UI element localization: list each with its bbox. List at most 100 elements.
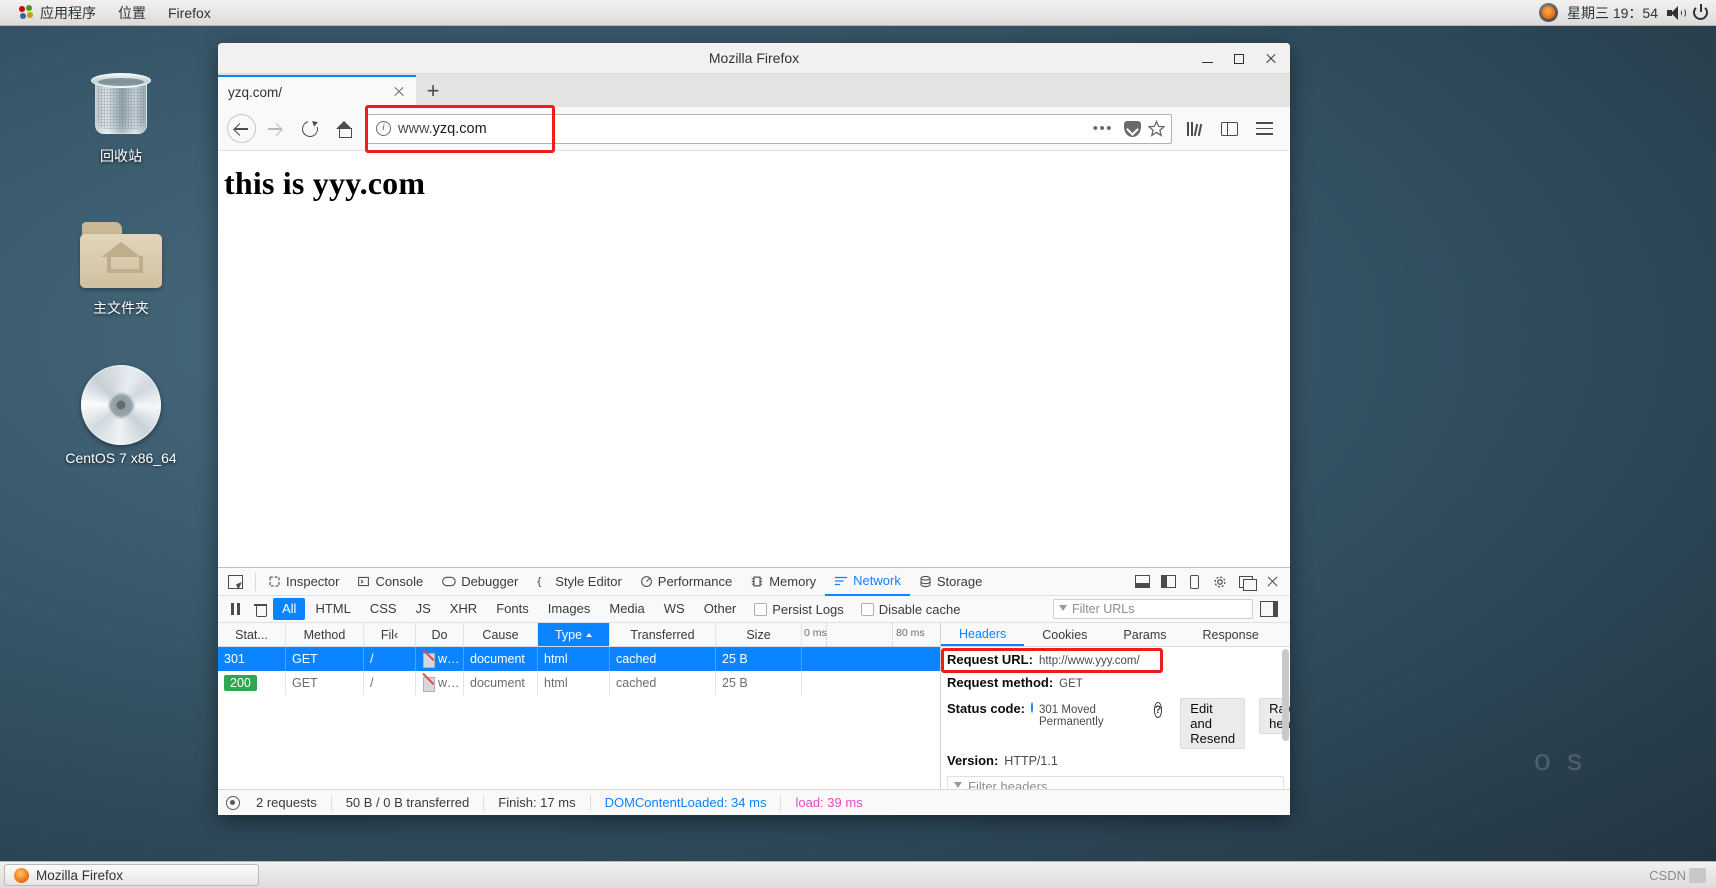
timeline-tick-0: 0 ms <box>804 627 827 639</box>
app-menu-button[interactable] <box>1248 112 1281 145</box>
table-row[interactable]: 200 GET / w… document html cached 25 B <box>218 671 940 695</box>
responsive-mode-button[interactable] <box>1182 571 1206 593</box>
filter-headers-input[interactable]: Filter headers <box>947 776 1284 789</box>
home-button[interactable] <box>328 112 361 145</box>
menu-places[interactable]: 位置 <box>107 1 157 25</box>
tab-style-editor-label: Style Editor <box>555 574 622 589</box>
row-domain: w… <box>416 647 464 671</box>
filter-urls-input[interactable]: Filter URLs <box>1053 599 1253 619</box>
tab-network[interactable]: Network <box>825 568 910 596</box>
disable-cache-checkbox[interactable]: Disable cache <box>853 602 969 617</box>
dock-left-button[interactable] <box>1156 571 1180 593</box>
row-file: / <box>364 647 416 671</box>
edit-and-resend-button[interactable]: Edit and Resend <box>1180 698 1246 749</box>
filter-other[interactable]: Other <box>695 598 746 620</box>
header-status[interactable]: Stat... <box>218 623 286 646</box>
details-tab-headers[interactable]: Headers <box>941 623 1025 646</box>
expand-icon <box>1260 601 1278 617</box>
clear-requests-button[interactable] <box>248 598 272 620</box>
browser-tab[interactable]: yzq.com/ <box>218 75 416 107</box>
tab-performance[interactable]: Performance <box>631 568 741 595</box>
back-button[interactable] <box>227 114 256 143</box>
element-picker-button[interactable] <box>222 571 248 593</box>
header-method[interactable]: Method <box>286 623 364 646</box>
row-file: / <box>364 671 416 695</box>
header-size[interactable]: Size <box>716 623 802 646</box>
separate-window-button[interactable] <box>1234 571 1258 593</box>
pocket-icon[interactable] <box>1124 120 1141 137</box>
urlbar-container: www.yzq.com ••• <box>365 104 1172 153</box>
row-method: GET <box>286 671 364 695</box>
url-input[interactable]: www.yzq.com ••• <box>367 113 1172 144</box>
new-tab-button[interactable]: + <box>416 75 450 107</box>
clock-label[interactable]: 星期三 19：54 <box>1567 3 1658 23</box>
help-icon[interactable]: ? <box>1153 702 1163 718</box>
ellipsis-icon[interactable]: ••• <box>1089 121 1117 136</box>
header-domain[interactable]: Do <box>416 623 464 646</box>
firefox-status-icon[interactable] <box>1538 3 1558 22</box>
persist-logs-checkbox[interactable]: Persist Logs <box>746 602 852 617</box>
tab-console-label: Console <box>375 574 424 589</box>
toggle-details-pane-button[interactable] <box>1257 598 1281 620</box>
header-type[interactable]: Type <box>538 623 610 646</box>
tab-storage[interactable]: Storage <box>910 568 992 595</box>
tab-inspector[interactable]: Inspector <box>259 568 348 595</box>
row-transferred: cached <box>610 671 716 695</box>
details-tab-cookies[interactable]: Cookies <box>1024 623 1105 646</box>
tab-debugger[interactable]: Debugger <box>432 568 527 595</box>
headers-content: Request URL: http://www.yyy.com/ Request… <box>941 647 1290 789</box>
window-close-button[interactable] <box>1256 46 1286 72</box>
settings-button[interactable] <box>1208 571 1232 593</box>
volume-icon[interactable] <box>1667 5 1686 20</box>
gnome-logo-icon <box>19 5 34 20</box>
star-icon[interactable] <box>1148 120 1165 137</box>
power-icon[interactable] <box>1693 4 1708 20</box>
reload-button[interactable] <box>293 112 326 145</box>
filter-all[interactable]: All <box>273 598 306 620</box>
filter-images[interactable]: Images <box>539 598 600 620</box>
devtools-close-button[interactable] <box>1260 571 1284 593</box>
header-cause[interactable]: Cause <box>464 623 538 646</box>
filter-html[interactable]: HTML <box>306 598 359 620</box>
firefox-window: Mozilla Firefox yzq.com/ + i www.yzq.com… <box>218 43 1290 815</box>
filter-xhr[interactable]: XHR <box>441 598 486 620</box>
dock-bottom-icon <box>1134 575 1150 588</box>
menu-icon <box>1256 122 1273 135</box>
menu-firefox[interactable]: Firefox <box>157 1 222 25</box>
inspector-icon <box>269 576 280 587</box>
details-tab-timings[interactable]: Timings <box>1277 623 1290 646</box>
filter-fonts[interactable]: Fonts <box>487 598 538 620</box>
filter-media[interactable]: Media <box>600 598 653 620</box>
filter-css[interactable]: CSS <box>361 598 406 620</box>
request-details-panel: Headers Cookies Params Response Timings … <box>941 623 1290 789</box>
sidebar-icon <box>1221 121 1238 136</box>
tab-style-editor[interactable]: { } Style Editor <box>527 568 630 595</box>
tab-console[interactable]: Console <box>348 568 432 595</box>
blocked-document-icon <box>422 676 435 692</box>
desktop-icon-trash[interactable]: 回收站 <box>46 60 196 165</box>
dock-bottom-button[interactable] <box>1130 571 1154 593</box>
filter-ws[interactable]: WS <box>655 598 694 620</box>
taskbar-window-button[interactable]: Mozilla Firefox <box>4 864 259 886</box>
filter-js[interactable]: JS <box>407 598 440 620</box>
details-tab-response[interactable]: Response <box>1185 623 1277 646</box>
tab-memory[interactable]: Memory <box>741 568 825 595</box>
forward-button[interactable] <box>258 112 291 145</box>
pause-recording-button[interactable] <box>223 598 247 620</box>
tab-close-icon[interactable] <box>390 83 408 101</box>
sidebar-button[interactable] <box>1213 112 1246 145</box>
network-throttling-icon[interactable] <box>226 795 240 810</box>
info-icon[interactable] <box>376 121 391 136</box>
details-tab-params[interactable]: Params <box>1105 623 1184 646</box>
table-row[interactable]: 301 GET / w… document html cached 25 B <box>218 647 940 671</box>
tab-performance-label: Performance <box>657 574 733 589</box>
status-badge: 200 <box>224 675 257 691</box>
header-file[interactable]: Fil‹ <box>364 623 416 646</box>
window-maximize-button[interactable] <box>1224 46 1254 72</box>
desktop-icon-centos[interactable]: CentOS 7 x86_64 <box>46 362 196 467</box>
menu-applications[interactable]: 应用程序 <box>8 1 107 25</box>
header-transferred[interactable]: Transferred <box>610 623 716 646</box>
desktop-icon-home[interactable]: 主文件夹 <box>46 212 196 317</box>
library-button[interactable] <box>1178 112 1211 145</box>
window-minimize-button[interactable] <box>1192 46 1222 72</box>
